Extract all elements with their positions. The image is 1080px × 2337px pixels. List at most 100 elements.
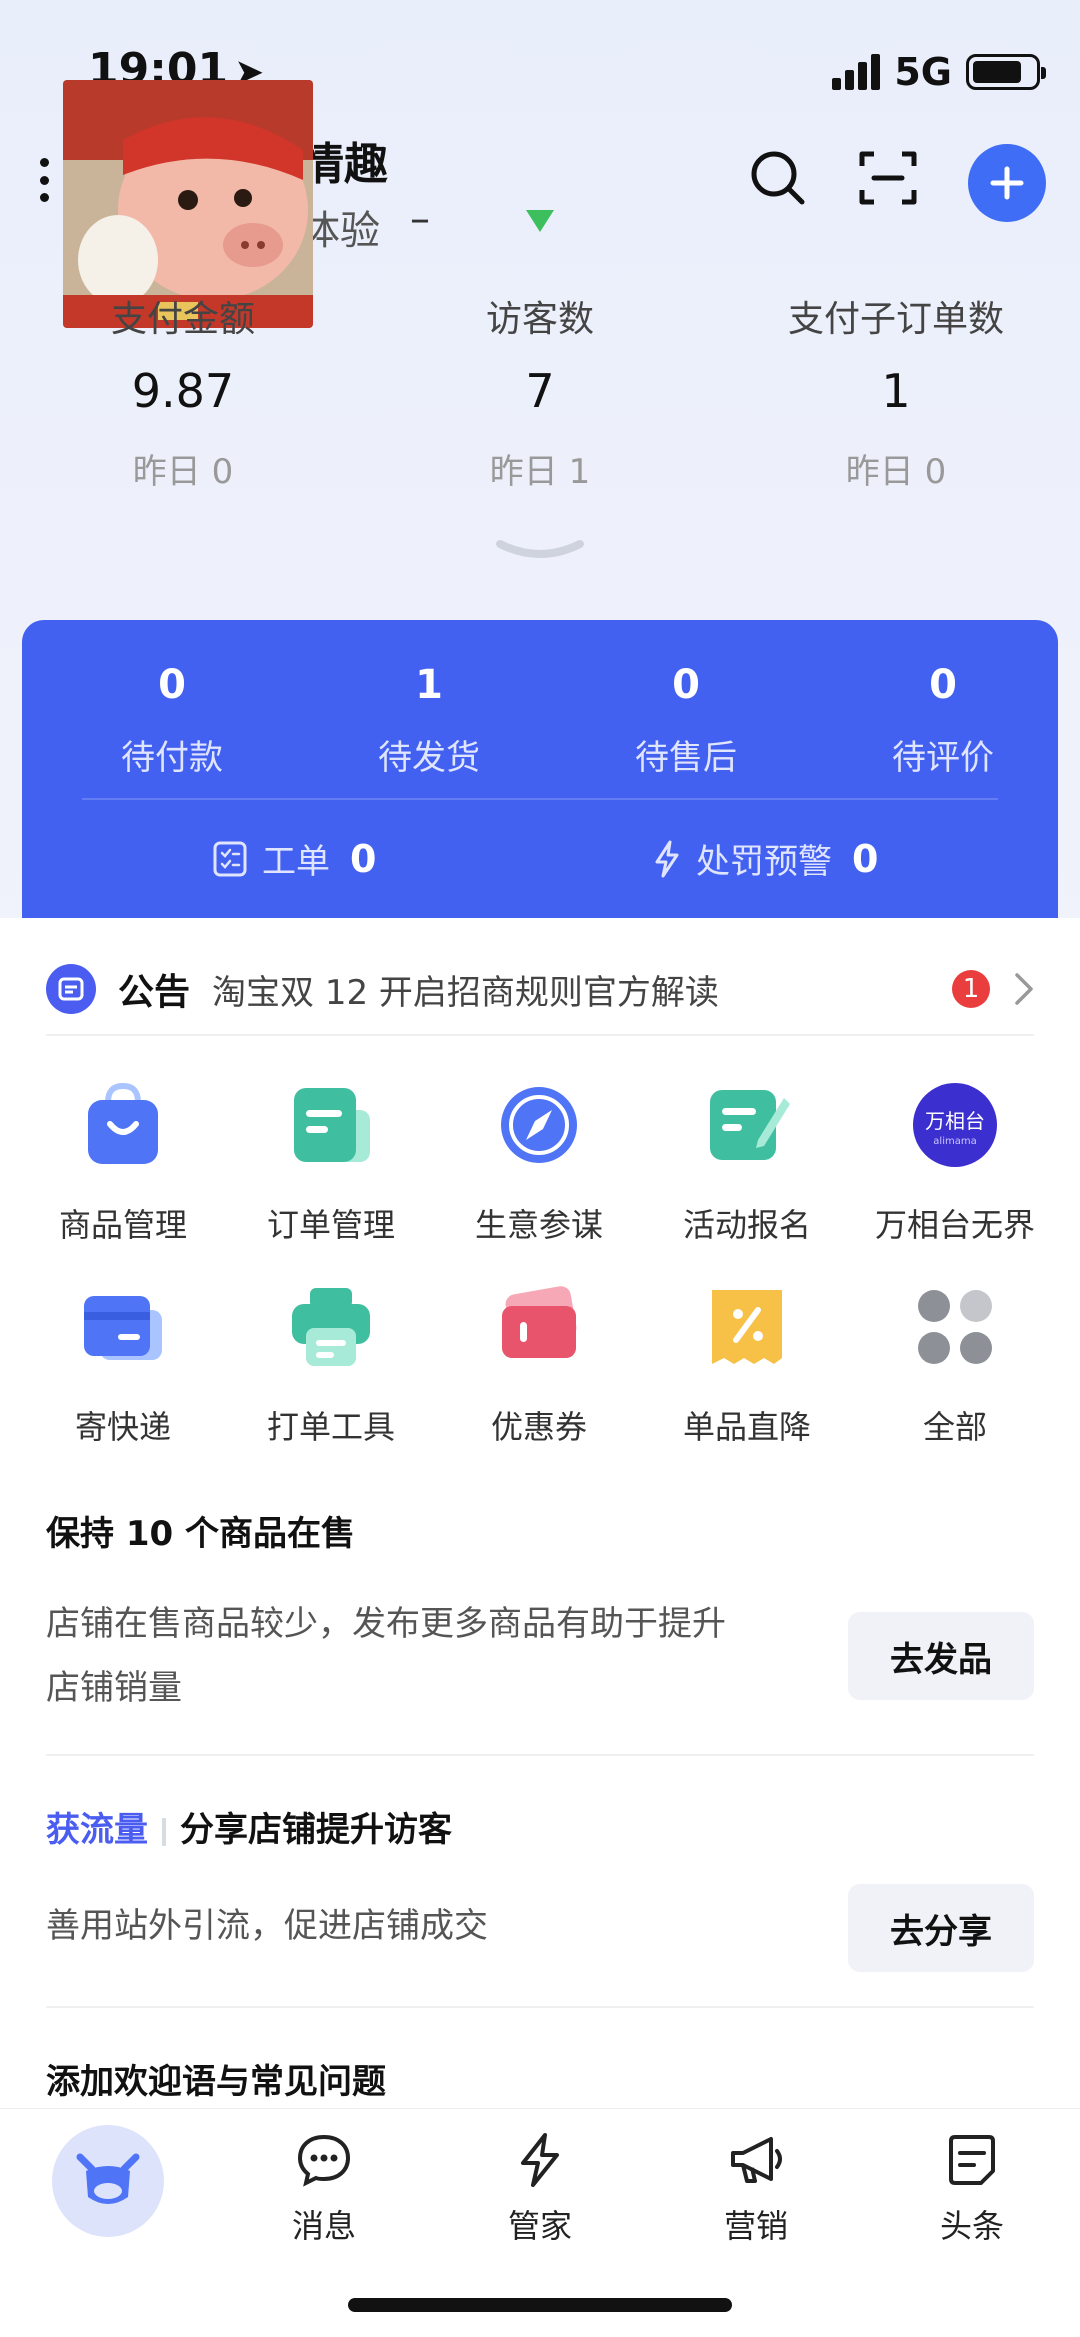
status-indicators: 5G [832, 50, 1046, 94]
tool-label: 单品直降 [682, 1408, 811, 1446]
tool-order-management[interactable]: 订单管理 [231, 1080, 431, 1246]
tab-headlines[interactable]: 头条 [902, 2131, 1042, 2247]
tool-label: 活动报名 [682, 1206, 811, 1244]
tool-label: 万相台无界 [874, 1206, 1035, 1244]
stat-pay-amount[interactable]: 支付金额 9.87 昨日 0 [33, 290, 333, 493]
stat-value: 9.87 [131, 364, 235, 418]
search-icon[interactable] [748, 148, 808, 208]
signal-icon [832, 54, 881, 90]
tool-event-signup[interactable]: 活动报名 [647, 1080, 847, 1246]
publish-item-button[interactable]: 去发品 [848, 1612, 1034, 1700]
divider [46, 1034, 1034, 1036]
announcement-badge: 1 [952, 970, 990, 1008]
express-card-icon [84, 1296, 162, 1360]
tab-steward[interactable]: 管家 [470, 2131, 610, 2247]
share-shop-button[interactable]: 去分享 [848, 1884, 1034, 1972]
order-count: 0 [929, 662, 957, 708]
order-count: 0 [158, 662, 186, 708]
home-indicator[interactable] [348, 2298, 732, 2312]
order-status-card: 0 待付款 1 待发货 0 待售后 0 待评价 工单 0 处罚预警 0 [22, 620, 1058, 920]
tool-business-advisor[interactable]: 生意参谋 [439, 1080, 639, 1246]
task-desc-line: 店铺在售商品较少，发布更多商品有助于提升 [46, 1604, 726, 1644]
order-label: 待付款 [121, 738, 223, 778]
discount-tag-icon [712, 1290, 782, 1364]
stat-yesterday: 昨日 0 [132, 452, 234, 492]
divider [46, 2006, 1034, 2008]
stat-label: 支付子订单数 [787, 299, 1004, 340]
stat-label: 支付金额 [110, 299, 255, 340]
tool-label: 寄快递 [74, 1408, 171, 1446]
wanxiangtai-logo: 万相台 alimama [913, 1083, 997, 1167]
bag-icon [88, 1082, 158, 1164]
message-icon [297, 2134, 351, 2187]
divider [82, 798, 998, 800]
tool-print-labels[interactable]: 打单工具 [231, 1282, 431, 1448]
stat-paid-suborders[interactable]: 支付子订单数 1 昨日 0 [746, 290, 1046, 493]
order-count: 1 [415, 662, 443, 708]
shop-dropdown-icon[interactable] [522, 206, 558, 236]
penalty-label: 处罚预警 [696, 842, 832, 882]
order-label: 待售后 [635, 738, 737, 778]
order-label: 待评价 [892, 738, 994, 778]
shop-subtitle-extra: – [410, 196, 430, 242]
order-after-sale[interactable]: 0 待售后 [586, 662, 786, 779]
tool-wanxiangtai[interactable]: 万相台 alimama 万相台无界 [855, 1080, 1055, 1246]
tool-label: 打单工具 [266, 1408, 395, 1446]
tool-coupon[interactable]: 优惠券 [439, 1282, 639, 1448]
tab-label: 管家 [507, 2207, 572, 2245]
stat-value: 7 [525, 364, 555, 418]
tool-single-price-drop[interactable]: 单品直降 [647, 1282, 847, 1448]
news-icon [949, 2135, 995, 2185]
announcement-bar[interactable]: 公告 淘宝双 12 开启招商规则官方解读 1 [46, 948, 1034, 1030]
tab-label: 营销 [723, 2207, 788, 2245]
tab-messages[interactable]: 消息 [254, 2131, 394, 2247]
ticket-count: 0 [350, 836, 377, 881]
tool-label: 优惠券 [490, 1408, 587, 1446]
bull-mascot-icon [76, 2153, 140, 2204]
wanxiangtai-logo-text: 万相台 [925, 1109, 985, 1133]
add-button[interactable] [968, 144, 1046, 222]
chevron-right-icon [1015, 973, 1033, 1005]
all-grid-icon [918, 1290, 992, 1364]
tool-label: 生意参谋 [474, 1206, 603, 1244]
printer-icon [292, 1288, 370, 1366]
tool-product-management[interactable]: 商品管理 [23, 1080, 223, 1246]
more-menu-icon[interactable] [38, 158, 50, 202]
stat-visitors[interactable]: 访客数 7 昨日 1 [390, 290, 690, 493]
announcement-text: 淘宝双 12 开启招商规则官方解读 [212, 972, 719, 1013]
scan-icon[interactable] [858, 148, 918, 208]
wanxiangtai-logo-sub: alimama [933, 1136, 976, 1147]
tab-label: 消息 [291, 2207, 356, 2245]
announcement-title: 公告 [118, 972, 191, 1013]
stat-label: 访客数 [485, 299, 594, 340]
expand-chevron-icon[interactable] [494, 538, 586, 566]
order-pending-review[interactable]: 0 待评价 [843, 662, 1043, 779]
tab-home[interactable] [52, 2125, 164, 2237]
ticket-icon [213, 841, 247, 876]
network-type: 5G [894, 50, 952, 94]
ticket-entry[interactable]: 工单 0 [212, 834, 376, 883]
order-count: 0 [672, 662, 700, 708]
order-doc-icon [294, 1088, 370, 1162]
tab-marketing[interactable]: 营销 [686, 2131, 826, 2247]
task-traffic-title: 获流量 分享店铺提升访客 [46, 1802, 452, 1851]
order-pending-payment[interactable]: 0 待付款 [72, 662, 272, 779]
tool-label: 全部 [922, 1408, 987, 1446]
shop-name[interactable]: 情趣 [300, 128, 388, 192]
tool-express[interactable]: 寄快递 [23, 1282, 223, 1448]
announcement-icon [46, 964, 96, 1014]
tag-separator [162, 1817, 166, 1846]
megaphone-icon [731, 2137, 782, 2183]
task-desc-line: 店铺销量 [46, 1668, 182, 1708]
order-label: 待发货 [378, 738, 480, 778]
lightning-icon [521, 2133, 559, 2187]
tool-label: 商品管理 [58, 1206, 187, 1244]
penalty-warning-entry[interactable]: 处罚预警 0 [652, 834, 878, 883]
signup-pen-icon [710, 1090, 790, 1160]
task-title-text: 分享店铺提升访客 [180, 1810, 452, 1850]
tool-all[interactable]: 全部 [855, 1282, 1055, 1448]
task-welcome-title[interactable]: 添加欢迎语与常见问题 [46, 2054, 386, 2103]
order-pending-shipment[interactable]: 1 待发货 [329, 662, 529, 779]
ticket-label: 工单 [262, 842, 330, 882]
stat-value: 1 [881, 364, 911, 418]
